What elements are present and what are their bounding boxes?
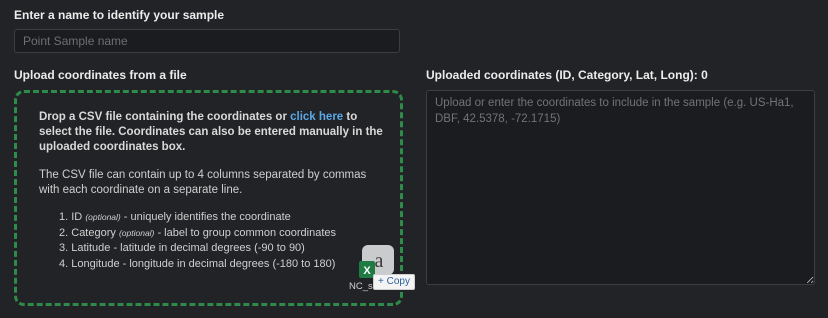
csv-drop-zone[interactable]: Drop a CSV file containing the coordinat… [14, 90, 415, 306]
csv-columns-list: 1. ID (optional) - uniquely identifies t… [39, 210, 336, 272]
copy-badge: + Copy [373, 274, 415, 290]
list-item: 4. Longitude - longitude in decimal degr… [59, 257, 336, 270]
drop-instructions: Drop a CSV file containing the coordinat… [39, 111, 383, 153]
coordinates-textarea[interactable] [426, 90, 815, 285]
uploaded-coordinates-label: Uploaded coordinates (ID, Category, Lat,… [426, 68, 708, 82]
svg-text:a: a [375, 250, 384, 272]
list-item: 3. Latitude - latitude in decimal degree… [59, 242, 305, 254]
click-here-link[interactable]: click here [290, 111, 343, 123]
list-item: 2. Category (optional) - label to group … [59, 226, 336, 239]
svg-text:X: X [363, 265, 371, 277]
csv-format-info: The CSV file can contain up to 4 columns… [39, 169, 367, 196]
list-item: 1. ID (optional) - uniquely identifies t… [59, 211, 291, 223]
upload-file-label: Upload coordinates from a file [14, 68, 187, 82]
dragged-file-name: NC_s [349, 281, 373, 292]
sample-name-label: Enter a name to identify your sample [14, 8, 225, 22]
sample-name-input[interactable] [14, 29, 400, 53]
